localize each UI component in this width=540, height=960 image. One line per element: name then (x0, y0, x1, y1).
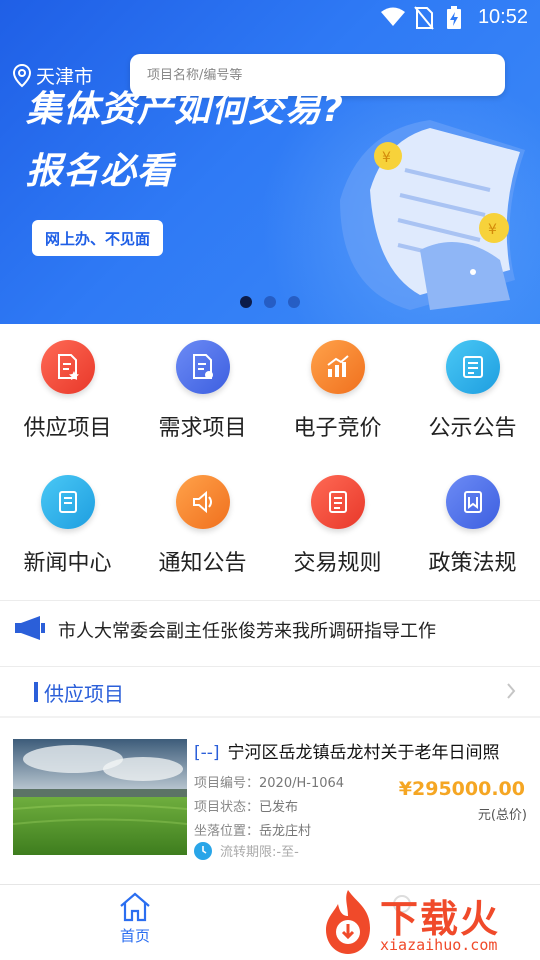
carousel-dot[interactable] (288, 296, 300, 308)
grid-label: 需求项目 (158, 416, 247, 441)
banner-headline: 集体资产如何交易? (26, 89, 344, 130)
project-period: 流转期限:-至- (220, 845, 299, 860)
receipt-illustration: ¥ ¥ (340, 120, 525, 310)
grid-label: 电子竞价 (293, 416, 382, 441)
project-title-text: 宁河区岳龙镇岳龙村关于老年日间照 (227, 743, 500, 763)
megaphone-icon (14, 615, 46, 645)
chevron-right-icon[interactable] (506, 682, 516, 705)
carousel-indicator[interactable] (240, 296, 300, 308)
wifi-icon (380, 6, 406, 32)
search-input[interactable] (147, 67, 505, 83)
project-code-row: 项目编号：2020/H-1064 (194, 772, 344, 791)
project-status-label: 项目状态： (194, 800, 260, 815)
nav-home-tab[interactable]: 首页 (108, 891, 162, 946)
grid-item-bidding[interactable]: 电子竞价 (270, 324, 405, 459)
city-label: 天津市 (36, 66, 94, 88)
rules-book-icon (310, 475, 365, 529)
watermark-url: xiazaihuo.com (380, 936, 498, 954)
carousel-dot[interactable] (240, 296, 252, 308)
svg-text:¥: ¥ (488, 222, 497, 238)
policy-book-icon (445, 475, 500, 529)
banner-cta-button[interactable]: 网上办、不见面 (32, 220, 164, 256)
grid-label: 供应项目 (23, 416, 112, 441)
flame-logo-icon (326, 890, 370, 954)
project-price-unit: 元(总价) (477, 808, 527, 823)
grid-label: 公示公告 (428, 416, 517, 441)
project-title[interactable]: [--] 宁河区岳龙镇岳龙村关于老年日间照 (194, 738, 540, 763)
supply-doc-icon (40, 340, 95, 394)
demand-doc-icon (175, 340, 230, 394)
svg-text:¥: ¥ (382, 150, 391, 166)
project-status: 已发布 (259, 800, 299, 815)
grid-item-demand[interactable]: 需求项目 (135, 324, 270, 459)
grid-item-publicity[interactable]: 公示公告 (405, 324, 540, 459)
grid-item-rules[interactable]: 交易规则 (270, 459, 405, 594)
project-code: 2020/H-1064 (259, 776, 345, 791)
clock-icon (194, 841, 212, 860)
news-icon (40, 475, 95, 529)
divider (0, 600, 540, 601)
status-bar: 10:52 (0, 0, 540, 36)
speaker-icon (175, 475, 230, 529)
grid-label: 通知公告 (158, 551, 247, 576)
project-code-label: 项目编号： (194, 776, 260, 791)
grid-label: 新闻中心 (23, 551, 112, 576)
location-pin-icon (12, 63, 32, 87)
notice-text: 市人大常委会副主任张俊芳来我所调研指导工作 (58, 621, 436, 642)
no-sim-icon (414, 6, 434, 34)
nav-home-label: 首页 (119, 927, 150, 945)
section-header-supply[interactable]: 供应项目 (0, 668, 540, 716)
home-icon (120, 892, 150, 922)
project-period-row: 流转期限:-至- (194, 841, 299, 860)
grid-item-news[interactable]: 新闻中心 (0, 459, 135, 594)
grid-label: 政策法规 (428, 551, 517, 576)
project-location-label: 坐落位置： (194, 824, 260, 839)
project-thumbnail (13, 739, 187, 855)
app-screen: 10:52 天津市 集体资产如何交易? 报名必看 网上办、不见面 ¥ (0, 0, 540, 960)
battery-charging-icon (446, 6, 462, 34)
city-selector[interactable]: 天津市 (12, 62, 93, 89)
grid-item-policy[interactable]: 政策法规 (405, 459, 540, 594)
project-prefix: [--] (194, 743, 220, 763)
project-status-row: 项目状态：已发布 (194, 796, 298, 815)
notice-doc-icon (445, 340, 500, 394)
carousel-dot[interactable] (264, 296, 276, 308)
grid-item-notification[interactable]: 通知公告 (135, 459, 270, 594)
notice-bar[interactable]: 市人大常委会副主任张俊芳来我所调研指导工作 (0, 606, 540, 654)
divider (0, 666, 540, 667)
status-time: 10:52 (477, 6, 528, 28)
divider (0, 716, 540, 718)
grid-label: 交易规则 (293, 551, 382, 576)
function-grid: 供应项目 需求项目 电子竞价 公示公告 新闻中心 通知公告 交易规则 政策法规 (0, 324, 540, 594)
project-card[interactable]: [--] 宁河区岳龙镇岳龙村关于老年日间照 项目编号：2020/H-1064 项目… (0, 720, 540, 880)
grid-item-supply[interactable]: 供应项目 (0, 324, 135, 459)
watermark-text: 下载火 (380, 897, 501, 941)
banner-subheadline: 报名必看 (26, 151, 175, 192)
banner-carousel[interactable]: 10:52 天津市 集体资产如何交易? 报名必看 网上办、不见面 ¥ (0, 0, 540, 324)
project-price: ¥295000.00 (398, 778, 525, 800)
watermark: 下载火 xiazaihuo.com (318, 886, 540, 960)
project-location-row: 坐落位置：岳龙庄村 (194, 820, 311, 839)
chart-trend-icon (310, 340, 365, 394)
section-accent-bar (34, 682, 38, 702)
project-location: 岳龙庄村 (259, 824, 312, 839)
section-title: 供应项目 (44, 681, 124, 706)
